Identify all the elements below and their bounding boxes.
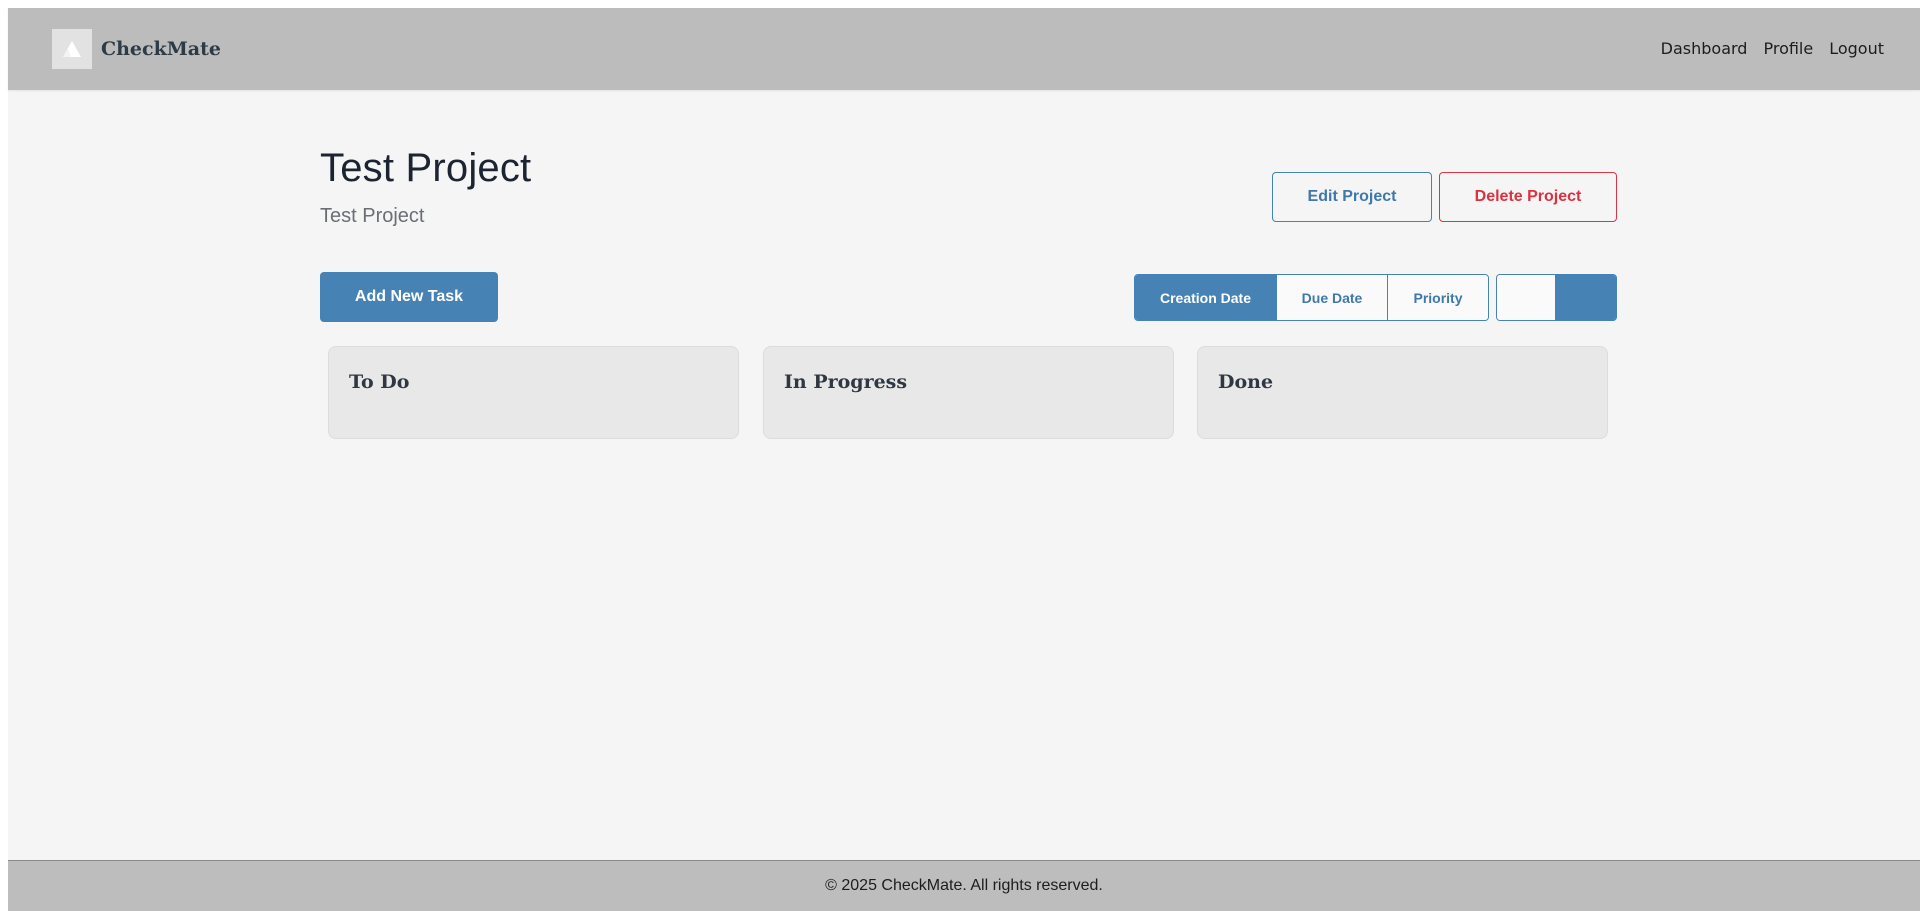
add-task-button[interactable]: Add New Task xyxy=(320,272,498,322)
column-in-progress[interactable]: In Progress xyxy=(763,346,1174,439)
column-done[interactable]: Done xyxy=(1197,346,1608,439)
footer: © 2025 CheckMate. All rights reserved. xyxy=(8,860,1920,911)
column-title: To Do xyxy=(349,371,410,393)
sort-creation-date-button[interactable]: Creation Date xyxy=(1135,275,1277,320)
nav-link-profile[interactable]: Profile xyxy=(1763,39,1813,58)
nav-link-logout[interactable]: Logout xyxy=(1829,39,1884,58)
sort-ascending-button[interactable] xyxy=(1497,275,1557,320)
sort-options: Creation Date Due Date Priority xyxy=(1134,274,1489,321)
delete-project-button[interactable]: Delete Project xyxy=(1439,172,1617,222)
navbar: CheckMate Dashboard Profile Logout xyxy=(8,8,1920,90)
sort-descending-button[interactable] xyxy=(1556,275,1616,320)
nav-links: Dashboard Profile Logout xyxy=(1661,39,1884,58)
sort-due-date-button[interactable]: Due Date xyxy=(1277,275,1388,320)
brand[interactable]: CheckMate xyxy=(52,29,221,69)
project-title: Test Project xyxy=(320,146,532,190)
sort-priority-button[interactable]: Priority xyxy=(1388,275,1488,320)
app-frame: CheckMate Dashboard Profile Logout Test … xyxy=(8,8,1920,911)
logo-icon xyxy=(52,29,92,69)
column-title: In Progress xyxy=(784,371,908,393)
sort-order-toggle xyxy=(1496,274,1617,321)
project-description: Test Project xyxy=(320,205,425,227)
column-todo[interactable]: To Do xyxy=(328,346,739,439)
nav-link-dashboard[interactable]: Dashboard xyxy=(1661,39,1748,58)
footer-copyright: © 2025 CheckMate. All rights reserved. xyxy=(825,877,1103,894)
edit-project-button[interactable]: Edit Project xyxy=(1272,172,1432,222)
brand-name: CheckMate xyxy=(101,38,221,60)
column-title: Done xyxy=(1218,371,1274,393)
